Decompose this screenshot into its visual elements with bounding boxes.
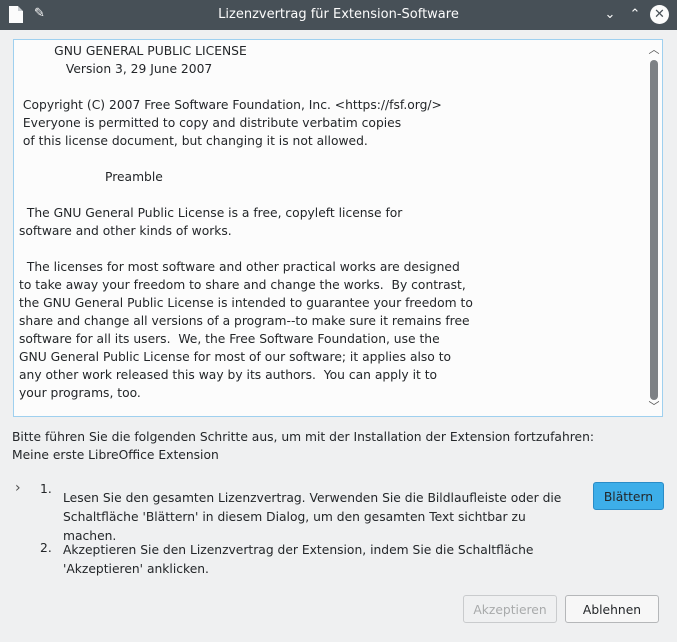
step-1-text: Lesen Sie den gesamten Lizenzvertrag. Ve… <box>63 491 562 543</box>
license-text-area[interactable]: GNU GENERAL PUBLIC LICENSE Version 3, 29… <box>13 39 663 417</box>
chevron-right-icon: › <box>15 480 21 496</box>
minimize-icon[interactable]: ⌄ <box>601 6 619 24</box>
scroll-up-icon[interactable]: ︿ <box>646 43 662 57</box>
title-bar: ✎ Lizenzvertrag für Extension-Software ⌄… <box>0 0 677 30</box>
scrollbar-thumb[interactable] <box>650 60 658 400</box>
scroll-button[interactable]: Blättern <box>593 482 664 510</box>
step-2-number: 2. <box>40 541 52 555</box>
maximize-icon[interactable]: ⌃ <box>626 6 644 24</box>
instructions-line: Bitte führen Sie die folgenden Schritte … <box>12 430 595 444</box>
step-1-number: 1. <box>40 482 52 496</box>
vertical-scrollbar[interactable]: ︿ ﹀ <box>646 40 662 416</box>
window-title: Lizenzvertrag für Extension-Software <box>218 7 459 22</box>
step-2-text: Akzeptieren Sie den Lizenzvertrag der Ex… <box>63 543 534 576</box>
decline-button[interactable]: Ablehnen <box>565 595 659 623</box>
license-text: GNU GENERAL PUBLIC LICENSE Version 3, 29… <box>19 44 473 400</box>
scroll-down-icon[interactable]: ﹀ <box>646 400 662 414</box>
accept-button[interactable]: Akzeptieren <box>463 595 557 623</box>
close-icon[interactable]: ✕ <box>650 5 669 24</box>
extension-name: Meine erste LibreOffice Extension <box>12 448 219 462</box>
instructions: Bitte führen Sie die folgenden Schritte … <box>12 428 594 464</box>
